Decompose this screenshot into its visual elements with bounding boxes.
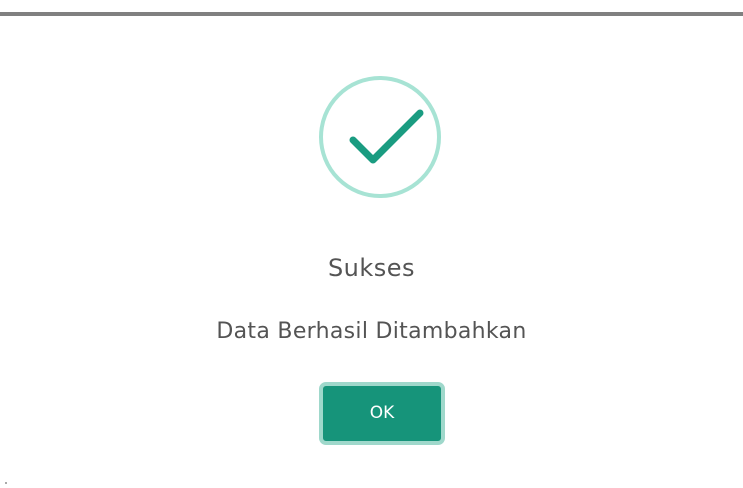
ok-button[interactable]: OK — [319, 382, 445, 445]
checkmark-icon-graphic — [349, 109, 424, 164]
checkmark-stroke — [349, 109, 424, 164]
dialog-message: Data Berhasil Ditambahkan — [216, 319, 527, 344]
dialog-title: Sukses — [327, 254, 416, 282]
checkmark-icon — [319, 76, 441, 198]
bottom-artifact — [5, 482, 7, 484]
page-backdrop — [0, 0, 743, 12]
